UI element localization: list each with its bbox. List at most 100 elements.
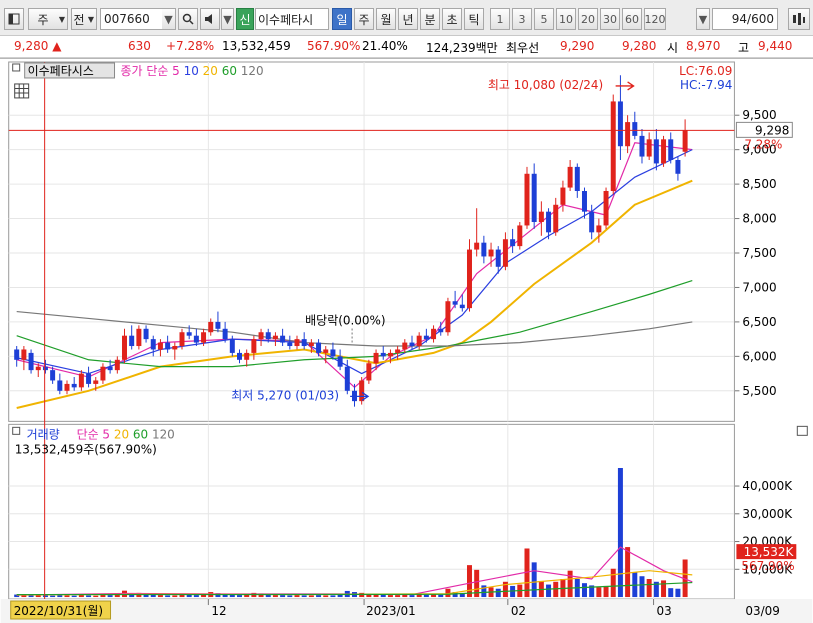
candle-body [107,366,113,371]
open-label: 시 [667,41,679,55]
tab-month[interactable]: 월 [376,8,396,30]
candle-body [567,166,573,188]
legend-checkbox-icon[interactable] [12,63,21,72]
candle-body [208,321,214,333]
volume-bar [387,595,393,598]
candle-body [488,249,494,257]
tab-minute[interactable]: 분 [420,8,440,30]
volume-bar [581,583,587,598]
volume-tick-label: 30,000K [742,507,793,521]
tab-day[interactable]: 일 [332,8,352,30]
candle-body [481,242,487,257]
candle-body [186,332,192,336]
volume-bar [150,594,156,598]
volume-bar [35,595,41,598]
turnover-rate: 21.40% [362,39,408,53]
volume-ma-label-text: 단순 [77,427,99,441]
tab-year[interactable]: 년 [398,8,418,30]
layout-icon[interactable] [4,8,24,30]
volume-bar [157,595,163,598]
interval-3[interactable]: 3 [512,8,532,30]
interval-20[interactable]: 20 [578,8,598,30]
stock-name-field[interactable]: 이수페타시 [255,8,329,30]
volume-bar [193,595,199,598]
tab-week[interactable]: 주 [354,8,374,30]
tab-day-label: 일 [336,12,348,27]
low-annotation: 최저 5,270 (01/03) [231,388,339,402]
volume-legend-checkbox-icon[interactable] [12,426,21,435]
code-dropdown-icon[interactable]: ▼ [162,8,176,30]
volume-ma-120: 120 [152,427,175,441]
candle-body [337,356,343,367]
interval-30[interactable]: 30 [600,8,620,30]
interval-3-label: 3 [518,12,526,26]
volume-panel-close-icon[interactable] [796,425,808,436]
volume-bar [603,585,609,598]
candle-body [402,342,408,350]
volume-bar [172,595,178,598]
candle-body [114,359,120,371]
volume-info: 13,532,459주(567.90%) [15,442,157,456]
prev-select[interactable]: 전 [71,8,97,30]
count-dropdown-icon[interactable]: ▼ [696,8,710,30]
volume-bar [409,595,415,598]
candle-body [452,301,458,305]
volume-bar [114,594,120,598]
high-annotation: 최고 10,080 (02/24) [488,78,603,92]
candle-body [78,373,84,388]
market-label: 주 [37,12,49,27]
volume-bar [86,595,92,598]
candle-body [531,173,537,223]
tab-second[interactable]: 초 [442,8,462,30]
candle-body [646,139,652,157]
settings-button[interactable] [788,8,810,30]
candle-body [129,335,135,347]
chart-canvas[interactable]: 5,5006,0006,5007,0007,5008,0008,5009,000… [0,58,813,623]
interval-5[interactable]: 5 [534,8,554,30]
candle-body [409,342,415,347]
candle-body [617,101,623,147]
count-input[interactable]: 94/600 [712,8,778,30]
interval-1[interactable]: 1 [490,8,510,30]
trade-value: 124,239백만 [426,41,498,55]
candle-body [366,363,372,381]
grid-table-icon[interactable] [14,83,30,99]
candle-body [344,366,350,391]
interval-120[interactable]: 120 [644,8,666,30]
new-listing-badge: 신 [236,8,254,30]
candle-body [122,335,127,360]
volume-bar [280,595,286,598]
price-ma-20: 20 [203,64,218,78]
candle-body [50,370,56,381]
price-tick-label: 8,000 [742,212,776,226]
price-tick-label: 7,500 [742,246,776,260]
candle-body [21,349,27,360]
stock-name-value: 이수페타시 [258,12,314,27]
speaker-icon [205,14,212,24]
interval-60[interactable]: 60 [622,8,642,30]
price-ma-label-text: 종가 단순 [121,64,169,78]
candle-body [682,130,688,152]
candle-body [251,339,257,353]
badge-new-label: 신 [239,12,251,27]
price-tick-label: 8,500 [742,177,776,191]
volume-ma-label: 단순 5 20 60 120 [77,427,175,441]
speaker-dropdown-icon[interactable]: ▼ [221,8,234,30]
candle-body [280,335,286,343]
candle-body [215,321,221,329]
volume-bar [308,595,314,598]
tab-minute-label: 분 [424,12,436,27]
volume-pct: 567.90% [307,39,361,53]
candle-body [287,342,293,347]
price-axis: 5,5006,0006,5007,0007,5008,0008,5009,000… [734,108,777,398]
interval-10[interactable]: 10 [556,8,576,30]
tab-tick[interactable]: 틱 [464,8,484,30]
candle-body [395,349,401,353]
price-ma-120: 120 [241,64,264,78]
speaker-button[interactable] [200,8,220,30]
price-tick-label: 9,500 [742,108,776,122]
search-button[interactable] [178,8,198,30]
candle-body [387,352,393,357]
interval-30-label: 30 [603,12,617,26]
market-select[interactable]: 주 [28,8,68,30]
